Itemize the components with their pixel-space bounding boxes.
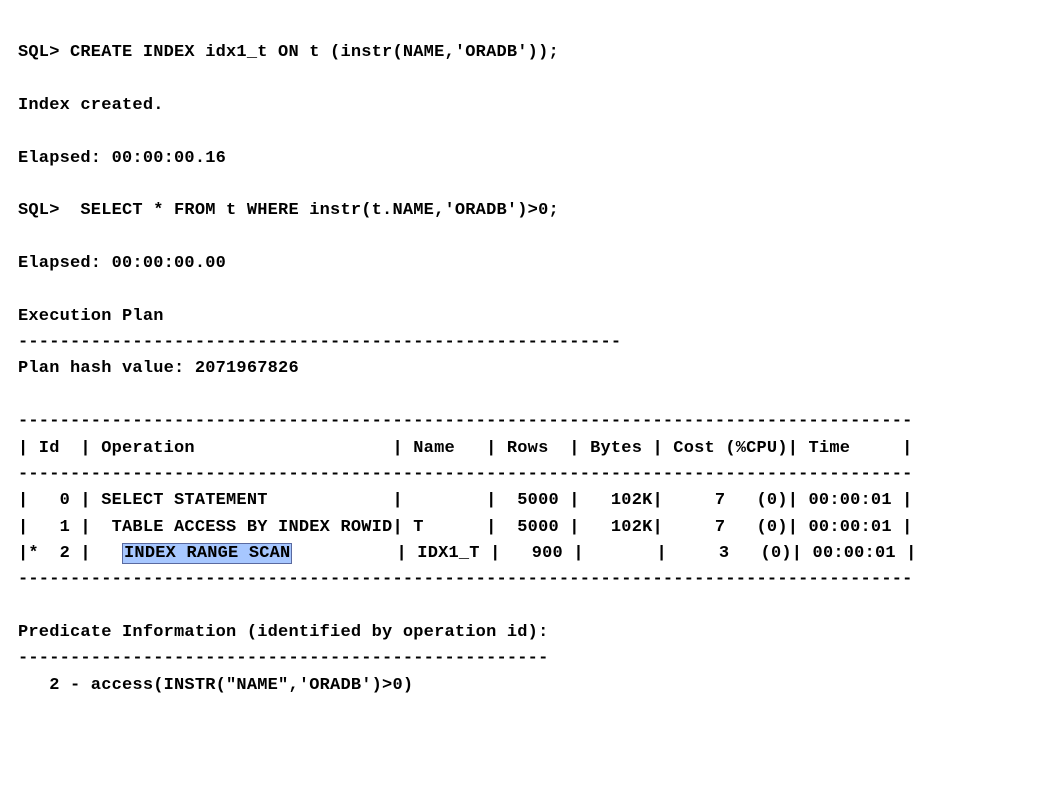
- table-row: | 1 | TABLE ACCESS BY INDEX ROWID| T | 5…: [18, 518, 913, 537]
- dash-line: ----------------------------------------…: [18, 333, 621, 352]
- predicate-detail: 2 - access(INSTR("NAME",'ORADB')>0): [18, 676, 413, 695]
- sql-create-index-line: SQL> CREATE INDEX idx1_t ON t (instr(NAM…: [18, 43, 559, 62]
- highlighted-operation: INDEX RANGE SCAN: [122, 543, 292, 564]
- dash-line: ----------------------------------------…: [18, 649, 549, 668]
- index-created-line: Index created.: [18, 96, 164, 115]
- sql-select-line: SQL> SELECT * FROM t WHERE instr(t.NAME,…: [18, 201, 559, 220]
- elapsed-2-line: Elapsed: 00:00:00.00: [18, 254, 226, 273]
- elapsed-1-line: Elapsed: 00:00:00.16: [18, 149, 226, 168]
- plan-hash-line: Plan hash value: 2071967826: [18, 359, 299, 378]
- table-row-suffix: | IDX1_T | 900 | | 3 (0)| 00:00:01 |: [292, 544, 916, 563]
- execution-plan-heading: Execution Plan: [18, 307, 164, 326]
- predicate-info-heading: Predicate Information (identified by ope…: [18, 623, 549, 642]
- table-border-mid: ----------------------------------------…: [18, 465, 913, 484]
- table-row: | 0 | SELECT STATEMENT | | 5000 | 102K| …: [18, 491, 913, 510]
- table-header: | Id | Operation | Name | Rows | Bytes |…: [18, 439, 913, 458]
- table-row-prefix: |* 2 |: [18, 544, 122, 563]
- table-border-top: ----------------------------------------…: [18, 412, 913, 431]
- table-border-bottom: ----------------------------------------…: [18, 570, 913, 589]
